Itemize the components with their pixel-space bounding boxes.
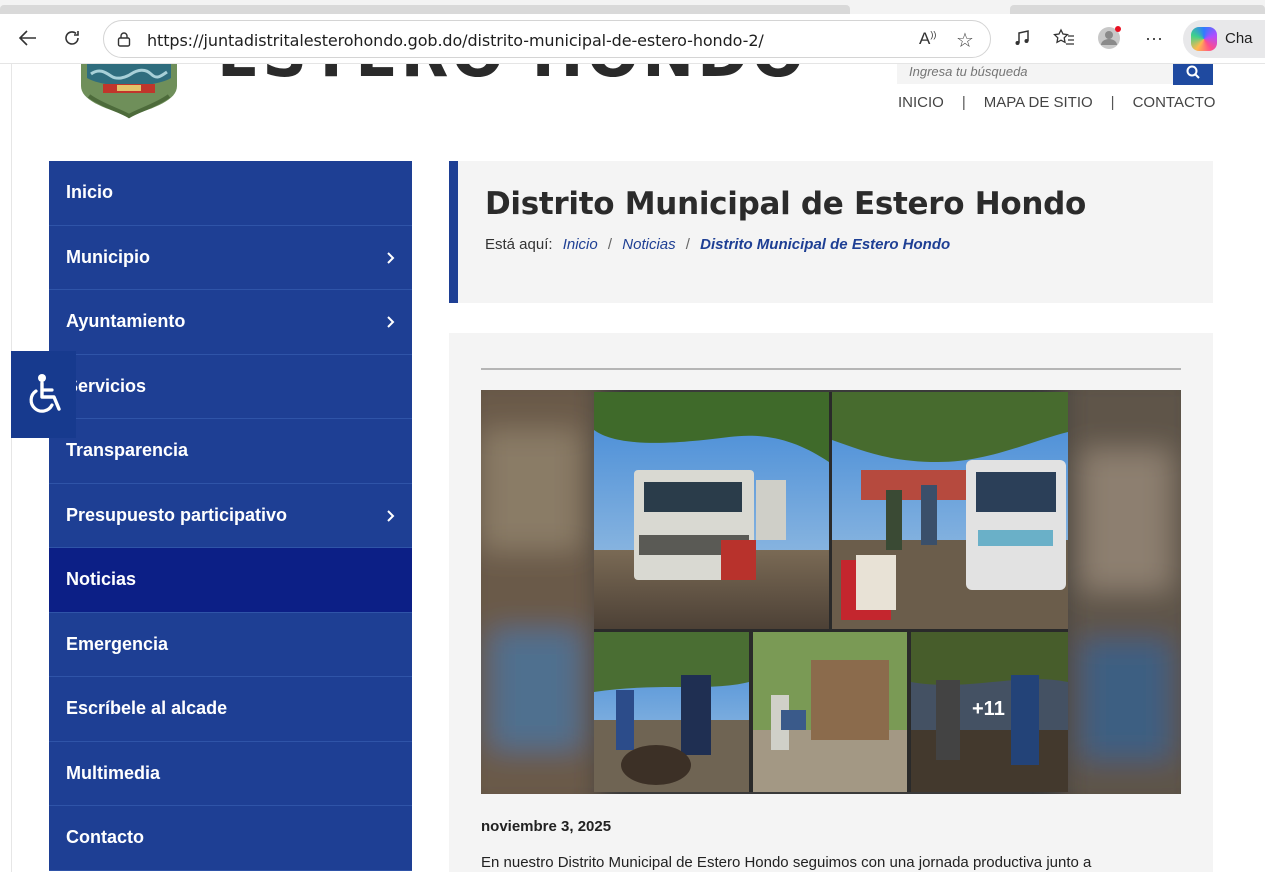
browser-tab-active[interactable] <box>0 5 850 14</box>
back-icon[interactable] <box>14 24 42 52</box>
browser-toolbar: https://juntadistritalesterohondo.gob.do… <box>0 14 1265 64</box>
top-navigation: INICIO | MAPA DE SITIO | CONTACTO <box>898 94 1215 111</box>
browser-tabstrip <box>0 0 1265 14</box>
sidebar-item-ayuntamiento[interactable]: Ayuntamiento <box>49 290 412 355</box>
breadcrumb-link-inicio[interactable]: Inicio <box>563 236 598 253</box>
page-header: Distrito Municipal de Estero Hondo Está … <box>449 161 1213 303</box>
sidebar-item-label: Noticias <box>66 569 137 590</box>
refresh-icon[interactable] <box>58 24 86 52</box>
sidebar-item-contacto[interactable]: Contacto <box>49 806 412 871</box>
sidebar-item-label: Servicios <box>66 375 147 396</box>
sidebar-item-label: Ayuntamiento <box>66 311 186 332</box>
sidebar-item-label: Escríbele al alcade <box>66 698 228 719</box>
sidebar-menu: Inicio Municipio Ayuntamiento Servicios … <box>49 161 412 871</box>
post-content: +11 noviembre 3, 2025 En nuestro Distrit… <box>449 333 1213 872</box>
top-nav-inicio[interactable]: INICIO <box>898 94 944 111</box>
sidebar-item-escribele-al-alcade[interactable]: Escríbele al alcade <box>49 677 412 742</box>
sidebar-item-label: Multimedia <box>66 762 161 783</box>
profile-avatar-icon[interactable] <box>1095 24 1123 52</box>
favorites-icon[interactable] <box>1050 24 1078 52</box>
breadcrumb-separator: / <box>607 236 613 253</box>
copilot-label: Cha <box>1225 30 1253 47</box>
media-icon[interactable] <box>1008 24 1036 52</box>
sidebar-item-transparencia[interactable]: Transparencia <box>49 419 412 484</box>
gallery-more-count[interactable]: +11 <box>972 698 1005 721</box>
nav-separator: | <box>1110 94 1115 111</box>
post-date: noviembre 3, 2025 <box>481 818 612 835</box>
divider <box>481 368 1181 370</box>
sidebar-item-label: Transparencia <box>66 440 189 461</box>
sidebar-item-emergencia[interactable]: Emergencia <box>49 612 412 677</box>
breadcrumb-separator: / <box>685 236 690 253</box>
copilot-button[interactable]: Cha <box>1183 20 1265 58</box>
sidebar-item-label: Contacto <box>66 827 144 848</box>
url-text[interactable]: https://juntadistritalesterohondo.gob.do… <box>147 31 764 50</box>
breadcrumb-link-noticias[interactable]: Noticias <box>622 236 675 253</box>
read-aloud-icon[interactable]: A)) <box>919 29 936 49</box>
web-page: ESTERO HONDO INICIO | MAPA DE SITIO | CO… <box>0 64 1265 872</box>
chevron-right-icon <box>387 251 395 264</box>
chevron-right-icon <box>387 509 395 522</box>
municipal-emblem-logo[interactable] <box>79 64 179 120</box>
wheelchair-icon <box>29 373 61 413</box>
breadcrumb-current: Distrito Municipal de Estero Hondo <box>700 236 951 253</box>
search-button[interactable] <box>1173 64 1213 85</box>
copilot-icon <box>1191 27 1217 51</box>
breadcrumb: Está aquí: Inicio / Noticias / Distrito … <box>485 236 950 253</box>
nav-separator: | <box>961 94 966 111</box>
more-options-icon[interactable]: ··· <box>1140 24 1168 52</box>
search-icon <box>1186 65 1200 79</box>
search-box[interactable] <box>897 64 1173 84</box>
sidebar-item-inicio[interactable]: Inicio <box>49 161 412 226</box>
sidebar-item-label: Presupuesto participativo <box>66 504 288 525</box>
top-nav-mapa-de-sitio[interactable]: MAPA DE SITIO <box>984 94 1093 111</box>
site-name[interactable]: ESTERO HONDO <box>217 64 807 91</box>
gallery-photos <box>481 390 1181 794</box>
favorite-star-icon[interactable]: ☆ <box>956 28 974 53</box>
page-title: Distrito Municipal de Estero Hondo <box>485 186 1087 222</box>
sidebar-item-multimedia[interactable]: Multimedia <box>49 741 412 806</box>
photo-gallery[interactable]: +11 <box>481 390 1181 794</box>
chevron-right-icon <box>387 316 395 328</box>
address-bar[interactable]: https://juntadistritalesterohondo.gob.do… <box>103 20 991 58</box>
sidebar-item-label: Inicio <box>66 182 114 203</box>
page-container: ESTERO HONDO INICIO | MAPA DE SITIO | CO… <box>11 64 1251 872</box>
sidebar-item-presupuesto-participativo[interactable]: Presupuesto participativo <box>49 483 412 548</box>
top-nav-contacto[interactable]: CONTACTO <box>1133 94 1216 111</box>
search-input[interactable] <box>897 64 1173 84</box>
sidebar-item-noticias[interactable]: Noticias <box>49 548 412 613</box>
sidebar-item-label: Municipio <box>66 246 150 267</box>
breadcrumb-prefix: Está aquí: <box>485 236 553 253</box>
sidebar-item-servicios[interactable]: Servicios <box>49 354 412 419</box>
browser-tab[interactable] <box>1010 5 1265 14</box>
lock-icon[interactable] <box>117 31 131 47</box>
post-excerpt: En nuestro Distrito Municipal de Estero … <box>481 854 1092 871</box>
accessibility-button[interactable] <box>11 351 76 438</box>
sidebar-item-municipio[interactable]: Municipio <box>49 225 412 290</box>
sidebar-item-label: Emergencia <box>66 633 169 654</box>
